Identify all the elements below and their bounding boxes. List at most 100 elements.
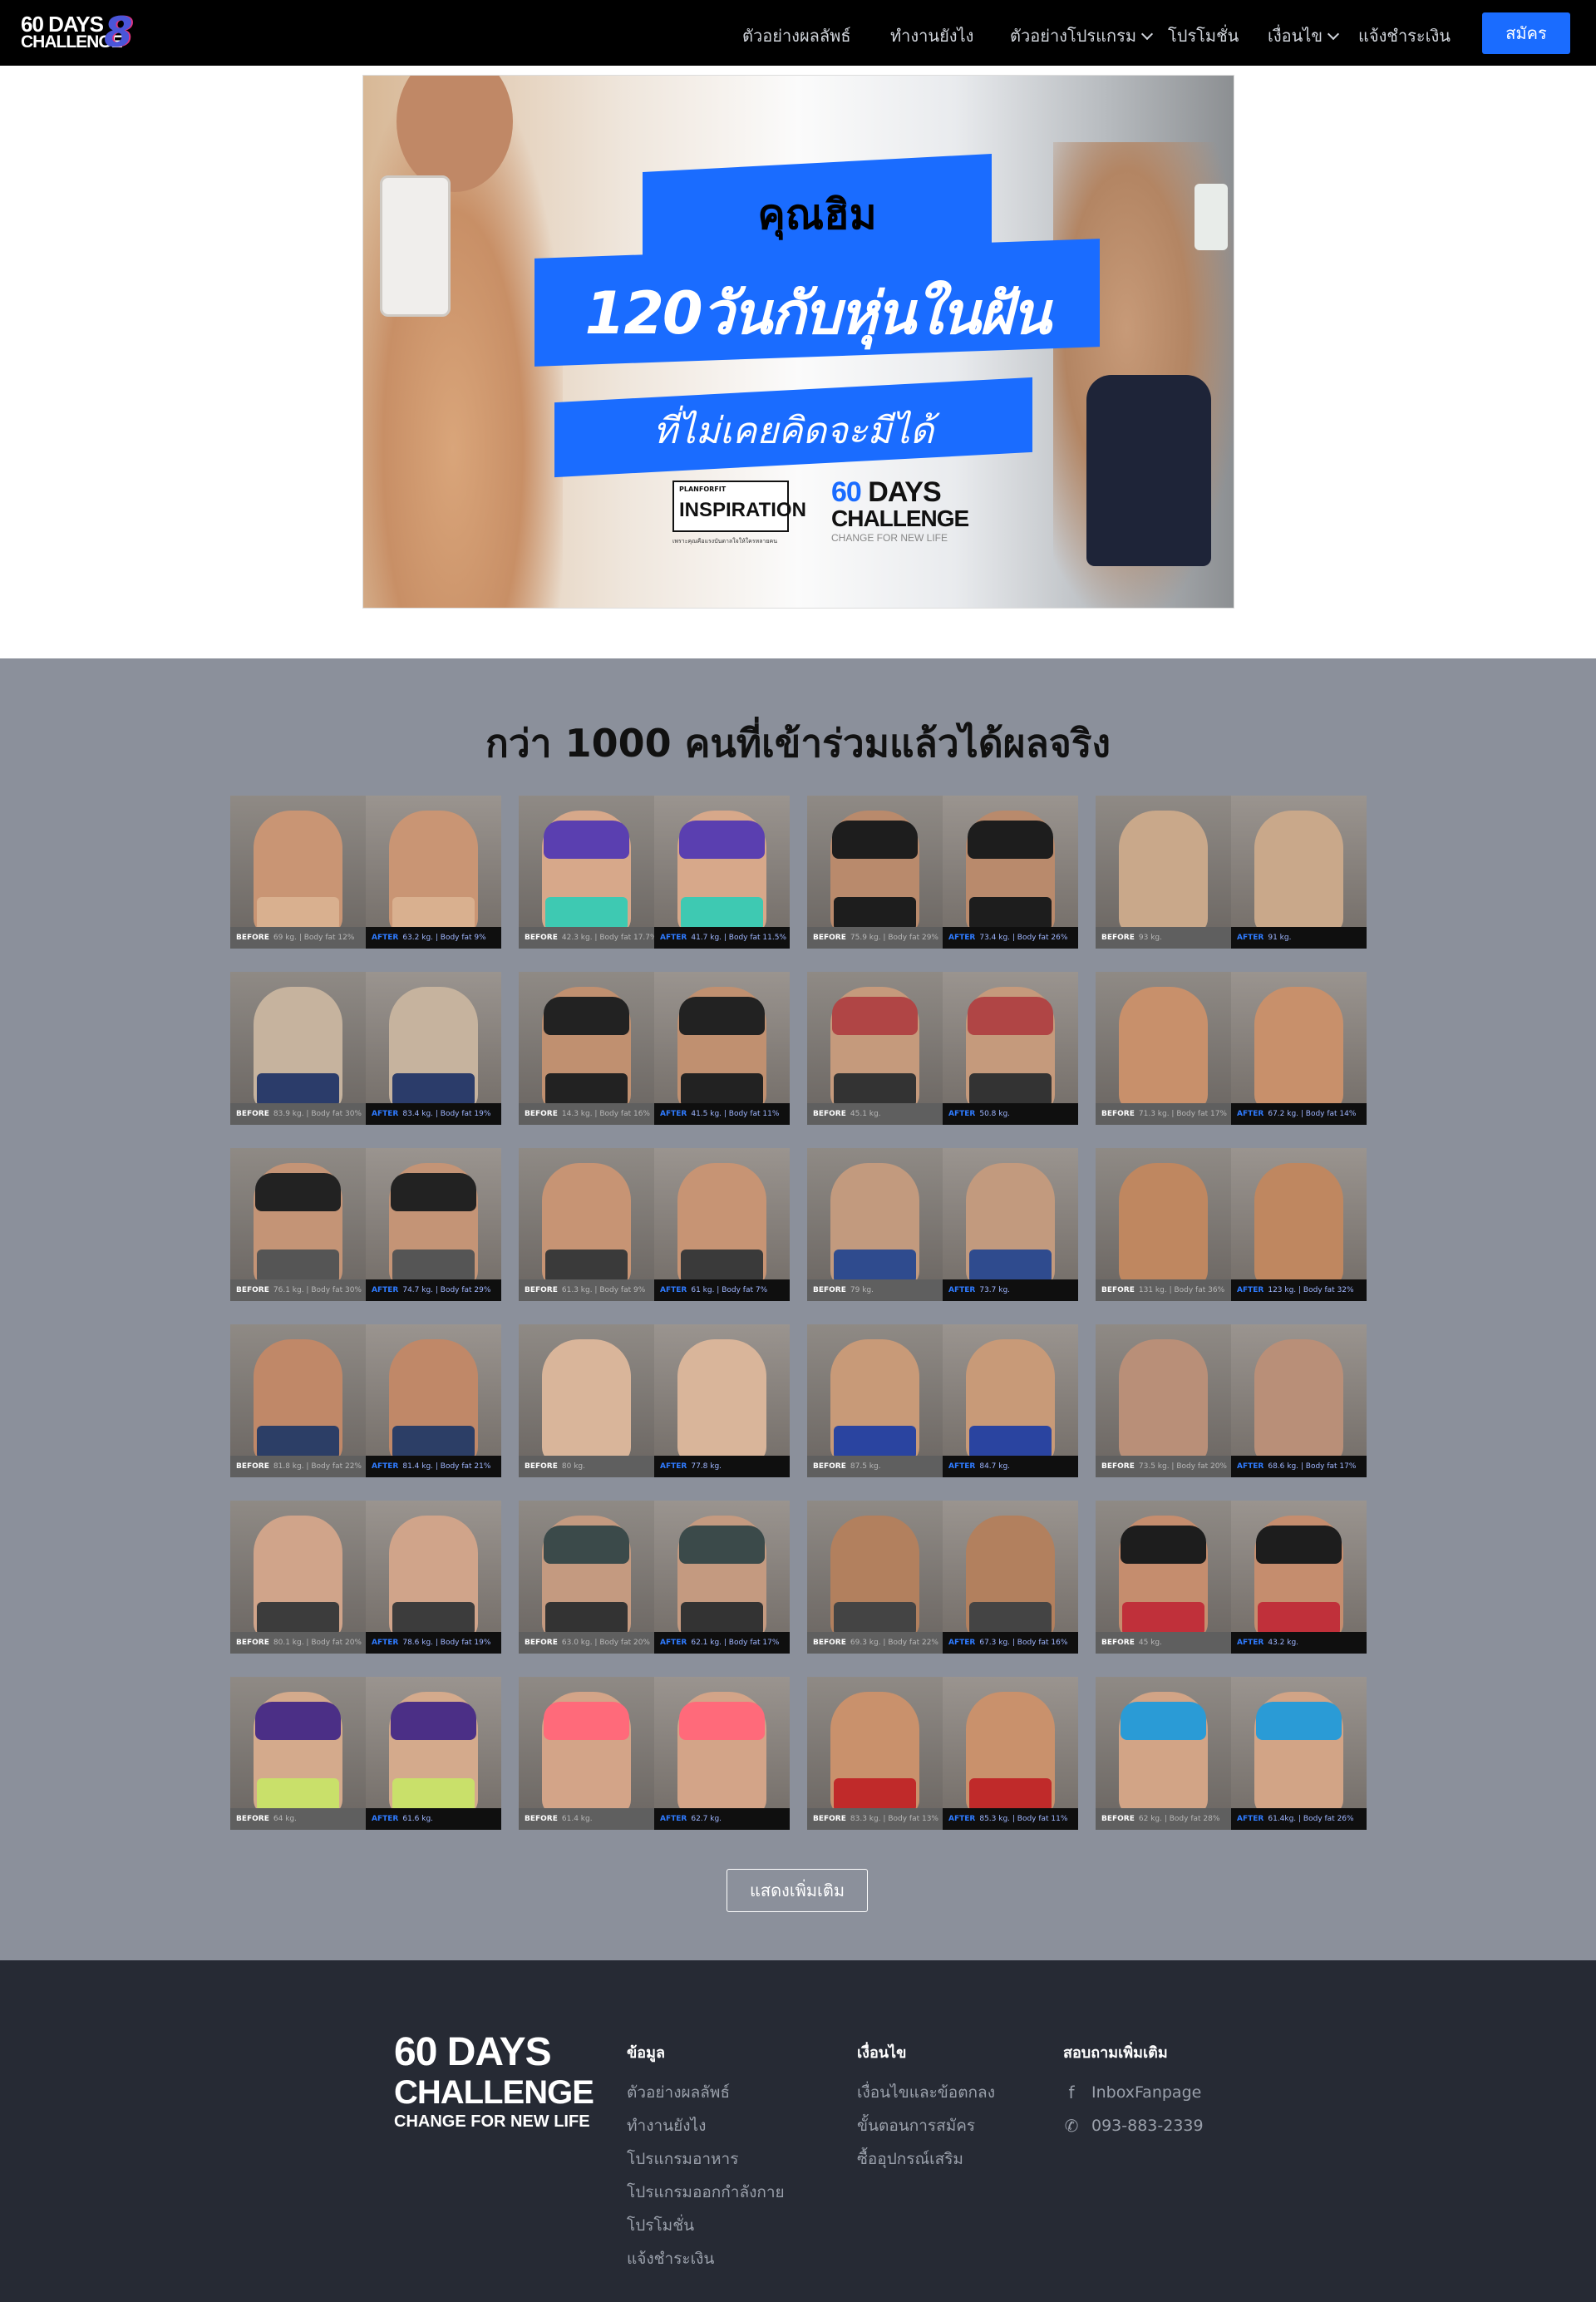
result-card[interactable]: BEFORE 131 kg. | Body fat 36% AFTER 123 kg.… (1096, 1148, 1367, 1301)
after-stats-label: AFTER (372, 1110, 399, 1118)
results-heading: กว่า 1000 คนที่เข้าร่วมแล้วได้ผลจริง (485, 721, 1111, 766)
after-stats-label: AFTER (372, 1286, 399, 1294)
footer-link[interactable]: โปรแกรมอาหาร (627, 2142, 785, 2176)
shorts (834, 897, 916, 930)
nav-item-promotion[interactable]: โปรโมชั่น (1168, 22, 1239, 49)
stats-bar: BEFORE 45 kg. AFTER 43.2 kg. (1096, 1632, 1367, 1654)
after-stats: AFTER 43.2 kg. (1231, 1632, 1367, 1654)
result-card[interactable]: BEFORE 87.5 kg. AFTER 84.7 kg. (807, 1324, 1078, 1477)
shorts (969, 1073, 1052, 1107)
result-card[interactable]: BEFORE 71.3 kg. | Body fat 17% AFTER 67.2 k… (1096, 972, 1367, 1125)
nav-item-results[interactable]: ตัวอย่างผลลัพธ์ (742, 22, 851, 49)
before-stats-value: 14.3 kg. | Body fat 16% (561, 1110, 650, 1118)
result-card[interactable]: BEFORE 42.3 kg. | Body fat 17.7% AFTER 41.7… (519, 796, 790, 949)
after-photo (943, 1148, 1078, 1288)
before-stats-label: BEFORE (1101, 1110, 1135, 1118)
before-stats-label: BEFORE (236, 1110, 269, 1118)
show-more-button[interactable]: แสดงเพิ่มเติม (727, 1869, 868, 1912)
footer-facebook-link[interactable]: f InboxFanpage (1063, 2076, 1204, 2109)
after-stats: AFTER 63.2 kg. | Body fat 9% (366, 927, 501, 949)
sports-bra (968, 821, 1053, 859)
footer-link[interactable]: ซื้ออุปกรณ์เสริม (857, 2142, 995, 2176)
footer-link[interactable]: ตัวอย่างผลลัพธ์ (627, 2076, 785, 2109)
footer-logo[interactable]: 60 DAYS CHALLENGE CHANGE FOR NEW LIFE (394, 2032, 594, 2132)
hero-subheadline: ที่ไม่เคยคิดจะมีได้ (653, 410, 934, 452)
result-card[interactable]: BEFORE 80.1 kg. | Body fat 20% AFTER 78.6 k… (230, 1501, 501, 1654)
after-stats-label: AFTER (948, 1815, 976, 1823)
before-photo (230, 1677, 366, 1816)
after-stats: AFTER 85.3 kg. | Body fat 11% (943, 1808, 1078, 1830)
result-card[interactable]: BEFORE 83.3 kg. | Body fat 13% AFTER 85.3 k… (807, 1677, 1078, 1830)
before-photo (807, 1501, 943, 1640)
inspiration-text: INSPIRATION (679, 499, 806, 521)
footer-logo-line-3: CHANGE FOR NEW LIFE (394, 2112, 590, 2131)
footer-link[interactable]: เงื่อนไขและข้อตกลง (857, 2076, 995, 2109)
after-stats-label: AFTER (1237, 934, 1264, 942)
result-card[interactable]: BEFORE 69.3 kg. | Body fat 22% AFTER 67.3 k… (807, 1501, 1078, 1654)
result-card[interactable]: BEFORE 45.1 kg. AFTER 50.8 kg. (807, 972, 1078, 1125)
after-photo (1231, 1501, 1367, 1640)
footer-link[interactable]: โปรโมชั่น (627, 2209, 785, 2242)
after-stats-value: 78.6 kg. | Body fat 19% (402, 1639, 491, 1647)
result-card[interactable]: BEFORE 76.1 kg. | Body fat 30% AFTER 74.7 k… (230, 1148, 501, 1301)
after-stats-value: 83.4 kg. | Body fat 19% (402, 1110, 491, 1118)
before-stats-label: BEFORE (813, 1639, 846, 1647)
stats-bar: BEFORE 61.3 kg. | Body fat 9% AFTER 61 kg. … (519, 1279, 790, 1301)
before-stats-value: 131 kg. | Body fat 36% (1138, 1286, 1225, 1294)
result-card[interactable]: BEFORE 61.4 kg. AFTER 62.7 kg. (519, 1677, 790, 1830)
before-stats-label: BEFORE (1101, 1462, 1135, 1471)
result-card[interactable]: BEFORE 64 kg. AFTER 61.6 kg. (230, 1677, 501, 1830)
after-stats-label: AFTER (948, 1286, 976, 1294)
after-stats-value: 68.6 kg. | Body fat 17% (1268, 1462, 1357, 1471)
before-stats-value: 75.9 kg. | Body fat 29% (850, 934, 938, 942)
footer-logo-line-1: 60 DAYS (394, 2030, 552, 2074)
before-stats-value: 76.1 kg. | Body fat 30% (273, 1286, 362, 1294)
site-logo[interactable]: 60 DAYS CHALLENGE 8 (21, 8, 137, 57)
sports-bra (544, 997, 629, 1035)
footer-phone-link[interactable]: ✆ 093-883-2339 (1063, 2109, 1204, 2142)
stats-bar: BEFORE 63.0 kg. | Body fat 20% AFTER 62.1 k… (519, 1632, 790, 1654)
nav-item-payment[interactable]: แจ้งชำระเงิน (1358, 22, 1451, 49)
nav-item-how-it-works[interactable]: ทำงานยังไง (890, 22, 973, 49)
result-card[interactable]: BEFORE 75.9 kg. | Body fat 29% AFTER 73.4 k… (807, 796, 1078, 949)
result-card[interactable]: BEFORE 93 kg. AFTER 91 kg. (1096, 796, 1367, 949)
result-card[interactable]: BEFORE 61.3 kg. | Body fat 9% AFTER 61 kg. … (519, 1148, 790, 1301)
before-stats: BEFORE 131 kg. | Body fat 36% (1096, 1279, 1231, 1301)
nav-item-conditions[interactable]: เงื่อนไข (1268, 22, 1340, 49)
result-card[interactable]: BEFORE 63.0 kg. | Body fat 20% AFTER 62.1 k… (519, 1501, 790, 1654)
after-stats: AFTER 84.7 kg. (943, 1456, 1078, 1477)
footer-link[interactable]: ขั้นตอนการสมัคร (857, 2109, 995, 2142)
sports-bra (544, 1702, 629, 1740)
signup-button[interactable]: สมัคร (1482, 12, 1570, 54)
stats-bar: BEFORE 80 kg. AFTER 77.8 kg. (519, 1456, 790, 1477)
result-card[interactable]: BEFORE 73.5 kg. | Body fat 20% AFTER 68.6 k… (1096, 1324, 1367, 1477)
before-photo (807, 972, 943, 1112)
result-card[interactable]: BEFORE 45 kg. AFTER 43.2 kg. (1096, 1501, 1367, 1654)
result-card[interactable]: BEFORE 14.3 kg. | Body fat 16% AFTER 41.5 k… (519, 972, 790, 1125)
shorts (1122, 1426, 1204, 1459)
after-stats-label: AFTER (948, 1462, 976, 1471)
before-photo (230, 1148, 366, 1288)
after-photo (366, 972, 501, 1112)
nav-item-programs[interactable]: ตัวอย่างโปรแกรม (1010, 22, 1154, 49)
result-card[interactable]: BEFORE 69 kg. | Body fat 12% AFTER 63.2 kg.… (230, 796, 501, 949)
shorts (545, 1426, 628, 1459)
before-stats: BEFORE 69 kg. | Body fat 12% (230, 927, 366, 949)
stats-bar: BEFORE 83.9 kg. | Body fat 30% AFTER 83.4 k… (230, 1103, 501, 1125)
result-card[interactable]: BEFORE 80 kg. AFTER 77.8 kg. (519, 1324, 790, 1477)
shorts (969, 1778, 1052, 1812)
nav-item-label: โปรโมชั่น (1168, 26, 1239, 46)
before-stats-value: 83.9 kg. | Body fat 30% (273, 1110, 362, 1118)
stats-bar: BEFORE 14.3 kg. | Body fat 16% AFTER 41.5 k… (519, 1103, 790, 1125)
after-photo (943, 796, 1078, 935)
after-stats: AFTER 41.7 kg. | Body fat 11.5% (654, 927, 790, 949)
result-card[interactable]: BEFORE 62 kg. | Body fat 28% AFTER 61.4kg. … (1096, 1677, 1367, 1830)
result-card[interactable]: BEFORE 81.8 kg. | Body fat 22% AFTER 81.4 k… (230, 1324, 501, 1477)
result-card[interactable]: BEFORE 83.9 kg. | Body fat 30% AFTER 83.4 k… (230, 972, 501, 1125)
footer-link[interactable]: แจ้งชำระเงิน (627, 2242, 785, 2275)
before-stats-label: BEFORE (813, 1110, 846, 1118)
footer-link[interactable]: โปรแกรมออกกำลังกาย (627, 2176, 785, 2209)
result-card[interactable]: BEFORE 79 kg. AFTER 73.7 kg. (807, 1148, 1078, 1301)
after-stats-label: AFTER (372, 1815, 399, 1823)
footer-link[interactable]: ทำงานยังไง (627, 2109, 785, 2142)
